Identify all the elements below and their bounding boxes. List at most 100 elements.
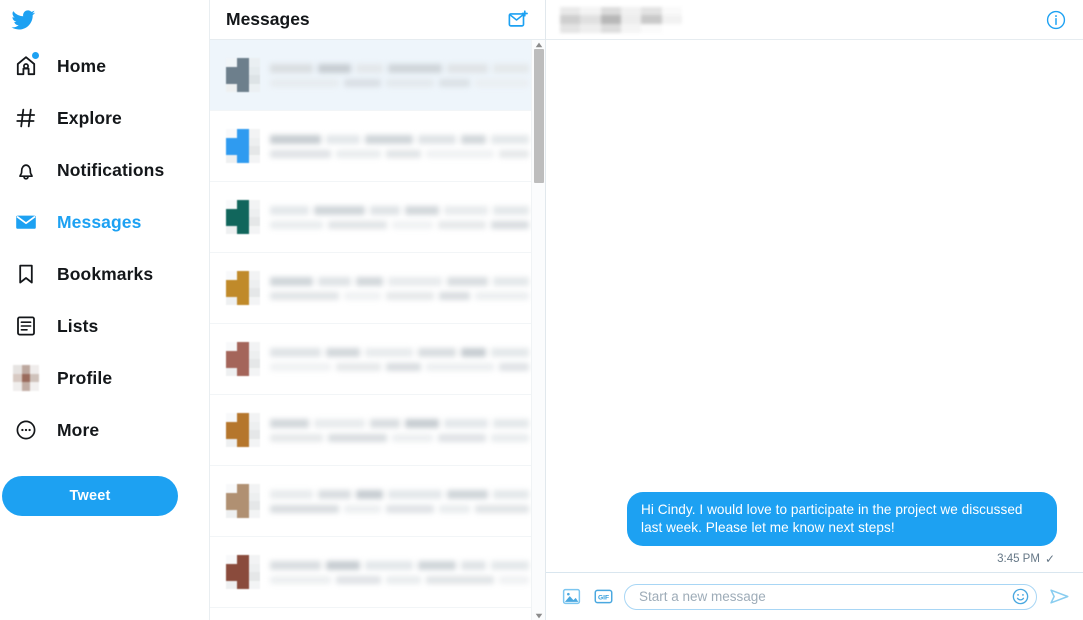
sidebar-item-label: More (57, 419, 100, 440)
sidebar-item-label: Bookmarks (57, 263, 154, 284)
twitter-logo[interactable] (6, 0, 195, 40)
conversation-preview (270, 418, 529, 442)
sidebar-item-lists[interactable]: Lists (6, 300, 195, 352)
list-icon (9, 309, 43, 343)
messages-header: Messages (210, 0, 545, 40)
conversation-list-item[interactable] (210, 40, 545, 111)
conversation-list-item[interactable] (210, 466, 545, 537)
scroll-up-arrow-icon[interactable] (532, 40, 545, 49)
conversation-preview (270, 489, 529, 513)
conversation-message-redacted (270, 149, 529, 158)
conversation-name-redacted (270, 276, 529, 286)
svg-text:GIF: GIF (597, 594, 608, 601)
conversation-title-redacted (560, 6, 682, 33)
conversation-list-column: Messages (210, 0, 546, 620)
conversation-preview (270, 560, 529, 584)
conversation-list-item[interactable] (210, 253, 545, 324)
conversation-timestamp-redacted (493, 205, 529, 215)
avatar (226, 555, 260, 589)
avatar (226, 413, 260, 447)
primary-sidebar: Home Explore Notifications Messages Book… (0, 0, 210, 620)
conversation-timestamp-redacted (492, 63, 529, 73)
conversation-timestamp-redacted (493, 418, 529, 428)
more-circle-icon (9, 413, 43, 447)
conversation-list-item[interactable] (210, 324, 545, 395)
avatar (226, 271, 260, 305)
message-timestamp: 3:45 PM (997, 553, 1040, 565)
conversation-timestamp-redacted (490, 560, 529, 570)
send-plane-icon[interactable] (1047, 585, 1071, 609)
sent-check-icon: ✓ (1044, 552, 1055, 566)
twitter-bird-icon (10, 8, 37, 32)
message-thread: Hi Cindy. I would love to participate in… (546, 40, 1083, 572)
sidebar-item-label: Explore (57, 107, 122, 128)
avatar (226, 129, 260, 163)
conversation-preview (270, 63, 529, 87)
avatar (226, 484, 260, 518)
conversation-preview (270, 205, 529, 229)
sidebar-item-home[interactable]: Home (6, 40, 195, 92)
page-title: Messages (226, 9, 310, 29)
sidebar-item-label: Notifications (57, 159, 165, 180)
conversation-name-redacted (270, 489, 529, 499)
conversation-message-redacted (270, 220, 529, 229)
message-composer: GIF (546, 572, 1083, 620)
conversation-timestamp-redacted (492, 489, 529, 499)
conversation-message-redacted (270, 504, 529, 513)
list-scrollbar[interactable] (531, 40, 545, 620)
avatar (226, 200, 260, 234)
sidebar-item-label: Lists (57, 315, 99, 336)
message-meta: 3:45 PM ✓ (572, 552, 1057, 566)
conversation-preview (270, 347, 529, 371)
message-input-wrapper[interactable] (624, 583, 1037, 610)
bell-icon (9, 153, 43, 187)
sidebar-item-label: Messages (57, 211, 142, 232)
new-message-envelope-icon[interactable] (505, 7, 531, 33)
conversation-list-item[interactable] (210, 182, 545, 253)
sidebar-item-label: Home (57, 55, 107, 76)
conversation-message-redacted (270, 433, 529, 442)
gif-icon[interactable]: GIF (592, 586, 614, 608)
sidebar-item-messages[interactable]: Messages (6, 196, 195, 248)
sidebar-item-profile[interactable]: Profile (6, 352, 195, 404)
conversation-timestamp-redacted (490, 347, 529, 357)
sidebar-item-notifications[interactable]: Notifications (6, 144, 195, 196)
scrollbar-thumb[interactable] (534, 49, 544, 183)
conversation-preview (270, 134, 529, 158)
conversation-list (210, 40, 545, 608)
hashtag-icon (9, 101, 43, 135)
info-circle-icon[interactable] (1043, 7, 1069, 33)
emoji-smiley-icon[interactable] (1010, 587, 1030, 607)
conversation-name-redacted (270, 205, 529, 215)
message-bubble: Hi Cindy. I would love to participate in… (627, 492, 1057, 546)
sidebar-item-explore[interactable]: Explore (6, 92, 195, 144)
conversation-pane: Hi Cindy. I would love to participate in… (546, 0, 1083, 620)
bookmark-icon (9, 257, 43, 291)
conversation-message-redacted (270, 78, 529, 87)
conversation-name-redacted (270, 560, 529, 570)
profile-avatar-icon (9, 361, 43, 395)
conversation-name-redacted (270, 134, 529, 144)
message-input[interactable] (639, 589, 1010, 604)
home-icon (9, 49, 43, 83)
envelope-icon (9, 205, 43, 239)
conversation-list-item[interactable] (210, 111, 545, 182)
conversation-list-item[interactable] (210, 395, 545, 466)
conversation-header (546, 0, 1083, 40)
conversation-timestamp-redacted (492, 276, 529, 286)
conversation-name-redacted (270, 63, 529, 73)
sidebar-item-label: Profile (57, 367, 113, 388)
conversation-timestamp-redacted (490, 134, 529, 144)
avatar (226, 342, 260, 376)
tweet-button[interactable]: Tweet (2, 476, 178, 516)
sidebar-item-bookmarks[interactable]: Bookmarks (6, 248, 195, 300)
home-notification-dot (32, 52, 39, 59)
image-upload-icon[interactable] (560, 586, 582, 608)
conversation-name-redacted (270, 418, 529, 428)
scroll-down-arrow-icon[interactable] (532, 611, 545, 620)
conversation-message-redacted (270, 362, 529, 371)
conversation-message-redacted (270, 291, 529, 300)
sidebar-item-more[interactable]: More (6, 404, 195, 456)
conversation-scroll-area[interactable] (210, 40, 545, 620)
conversation-list-item[interactable] (210, 537, 545, 608)
